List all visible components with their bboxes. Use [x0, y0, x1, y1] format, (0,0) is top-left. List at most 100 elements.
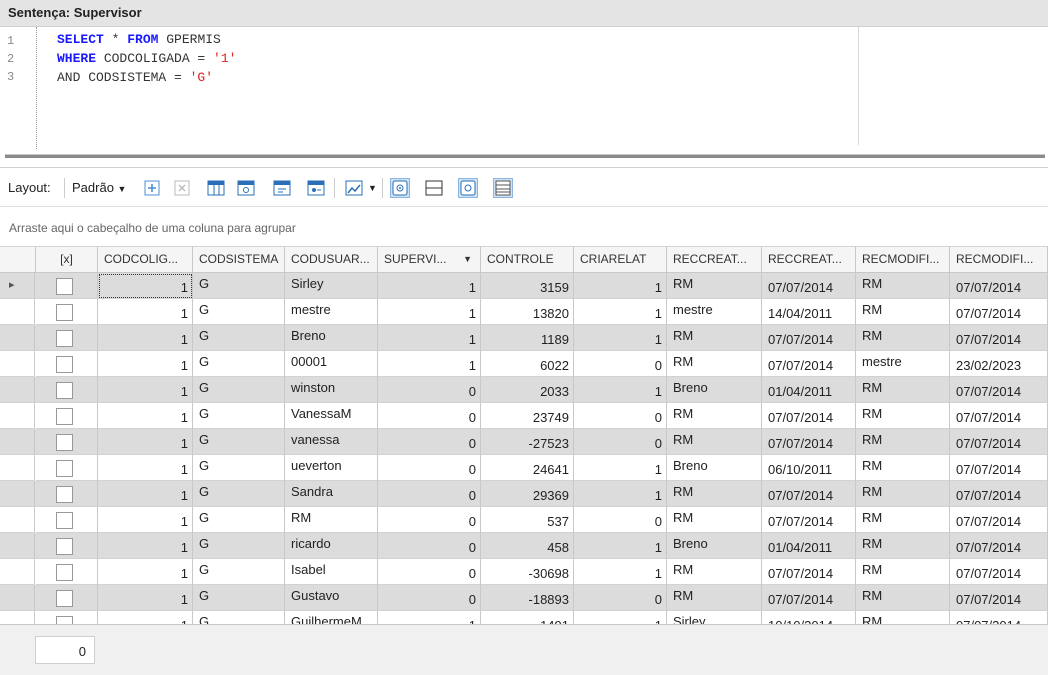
filter-icon[interactable]: [306, 178, 326, 198]
reccreatedon-cell[interactable]: 07/07/2014: [762, 403, 856, 429]
row-checkbox[interactable]: [56, 590, 73, 607]
sql-editor[interactable]: 1 2 3 SELECT * FROM GPERMIS WHERE CODCOL…: [0, 27, 1048, 149]
codcoligada-cell[interactable]: 1: [98, 273, 193, 299]
layout-dropdown[interactable]: Padrão ▼: [72, 180, 126, 195]
row-checkbox[interactable]: [56, 356, 73, 373]
criarelat-cell[interactable]: 1: [574, 455, 667, 481]
recmodifiedby-cell[interactable]: RM: [856, 325, 950, 351]
row-indicator[interactable]: ▸: [0, 273, 35, 299]
column-header-controle[interactable]: CONTROLE: [481, 246, 574, 273]
reccreatedby-cell[interactable]: RM: [667, 325, 762, 351]
recmodifiedon-cell[interactable]: 07/07/2014: [950, 299, 1048, 325]
reccreatedon-cell[interactable]: 01/04/2011: [762, 533, 856, 559]
codsistema-cell[interactable]: G: [193, 273, 285, 299]
recmodifiedon-cell[interactable]: 07/07/2014: [950, 585, 1048, 611]
row-checkbox[interactable]: [56, 512, 73, 529]
splitter-handle[interactable]: [5, 154, 1045, 158]
criarelat-cell[interactable]: 0: [574, 351, 667, 377]
supervisor-cell[interactable]: 0: [378, 559, 481, 585]
table-row[interactable]: ▸ 1 G Sirley 1 3159 1 RM 07/07/2014 RM 07/07/2014: [0, 273, 1048, 299]
controle-cell[interactable]: -18893: [481, 585, 574, 611]
codusuario-cell[interactable]: 00001: [285, 351, 378, 377]
recmodifiedon-cell[interactable]: 07/07/2014: [950, 429, 1048, 455]
recmodifiedon-cell[interactable]: 23/02/2023: [950, 351, 1048, 377]
supervisor-cell[interactable]: 0: [378, 377, 481, 403]
row-indicator[interactable]: [0, 429, 35, 455]
controle-cell[interactable]: 537: [481, 507, 574, 533]
reccreatedby-cell[interactable]: Breno: [667, 533, 762, 559]
row-indicator[interactable]: [0, 481, 35, 507]
group-by-panel[interactable]: Arraste aqui o cabeçalho de uma coluna p…: [0, 206, 1048, 246]
row-checkbox[interactable]: [56, 564, 73, 581]
recmodifiedon-cell[interactable]: 07/07/2014: [950, 273, 1048, 299]
recmodifiedon-cell[interactable]: 07/07/2014: [950, 455, 1048, 481]
codsistema-cell[interactable]: G: [193, 377, 285, 403]
criarelat-cell[interactable]: 1: [574, 377, 667, 403]
codusuario-cell[interactable]: ricardo: [285, 533, 378, 559]
codusuario-cell[interactable]: Gustavo: [285, 585, 378, 611]
row-checkbox[interactable]: [56, 278, 73, 295]
table-row[interactable]: 1 G 00001 1 6022 0 RM 07/07/2014 mestre 23/02/202…: [0, 351, 1048, 377]
reccreatedby-cell[interactable]: RM: [667, 481, 762, 507]
codcoligada-cell[interactable]: 1: [98, 455, 193, 481]
reccreatedby-cell[interactable]: RM: [667, 429, 762, 455]
codusuario-cell[interactable]: Breno: [285, 325, 378, 351]
recmodifiedby-cell[interactable]: RM: [856, 611, 950, 624]
codsistema-cell[interactable]: G: [193, 507, 285, 533]
chart-dropdown-caret-icon[interactable]: ▼: [368, 183, 377, 193]
reccreatedon-cell[interactable]: 07/07/2014: [762, 559, 856, 585]
reccreatedon-cell[interactable]: 14/04/2011: [762, 299, 856, 325]
codcoligada-cell[interactable]: 1: [98, 611, 193, 624]
recmodifiedon-cell[interactable]: 07/07/2014: [950, 481, 1048, 507]
table-row[interactable]: 1 Gvanessa 0 -27523 0 RM 07/07/2014 RM 07/07/201…: [0, 429, 1048, 455]
row-indicator[interactable]: [0, 403, 35, 429]
codusuario-cell[interactable]: VanessaM: [285, 403, 378, 429]
column-header-select[interactable]: [x]: [36, 246, 98, 273]
preview-icon[interactable]: [390, 178, 410, 198]
supervisor-cell[interactable]: 1: [378, 325, 481, 351]
recmodifiedon-cell[interactable]: 07/07/2014: [950, 403, 1048, 429]
reccreatedon-cell[interactable]: 07/07/2014: [762, 481, 856, 507]
row-indicator[interactable]: [0, 325, 35, 351]
controle-cell[interactable]: 6022: [481, 351, 574, 377]
controle-cell[interactable]: 23749: [481, 403, 574, 429]
recmodifiedby-cell[interactable]: RM: [856, 429, 950, 455]
row-indicator[interactable]: [0, 585, 35, 611]
reccreatedby-cell[interactable]: Breno: [667, 377, 762, 403]
code-line-3[interactable]: AND CODSISTEMA = 'G': [57, 70, 213, 85]
code-line-1[interactable]: SELECT * FROM GPERMIS: [57, 32, 221, 47]
controle-cell[interactable]: 1189: [481, 325, 574, 351]
reccreatedon-cell[interactable]: 07/07/2014: [762, 351, 856, 377]
codcoligada-cell[interactable]: 1: [98, 403, 193, 429]
supervisor-cell[interactable]: 1: [378, 299, 481, 325]
recmodifiedon-cell[interactable]: 07/07/2014: [950, 559, 1048, 585]
reccreatedby-cell[interactable]: Sirley: [667, 611, 762, 624]
codusuario-cell[interactable]: GuilhermeM: [285, 611, 378, 624]
row-checkbox[interactable]: [56, 538, 73, 555]
codcoligada-cell[interactable]: 1: [98, 585, 193, 611]
recmodifiedby-cell[interactable]: RM: [856, 481, 950, 507]
show-icon[interactable]: [458, 178, 478, 198]
codsistema-cell[interactable]: G: [193, 481, 285, 507]
save-layout-icon[interactable]: [272, 178, 292, 198]
recmodifiedby-cell[interactable]: RM: [856, 507, 950, 533]
criarelat-cell[interactable]: 0: [574, 585, 667, 611]
controle-cell[interactable]: 2033: [481, 377, 574, 403]
codcoligada-cell[interactable]: 1: [98, 299, 193, 325]
row-checkbox[interactable]: [56, 434, 73, 451]
row-checkbox[interactable]: [56, 486, 73, 503]
table-row[interactable]: 1 Gricardo 0 458 1 Breno 01/04/2011 RM 07/07/201…: [0, 533, 1048, 559]
columns-icon[interactable]: [206, 178, 226, 198]
supervisor-cell[interactable]: 0: [378, 533, 481, 559]
table-row[interactable]: 1 G VanessaM 0 23749 0 RM 07/07/2014 RM 07/07/201…: [0, 403, 1048, 429]
controle-cell[interactable]: 29369: [481, 481, 574, 507]
chart-icon[interactable]: [344, 178, 364, 198]
controle-cell[interactable]: 3159: [481, 273, 574, 299]
codsistema-cell[interactable]: G: [193, 429, 285, 455]
table-row[interactable]: 1 G Isabel 0 -30698 1 RM 07/07/2014 RM 07/07/2014: [0, 559, 1048, 585]
reccreatedby-cell[interactable]: RM: [667, 585, 762, 611]
codsistema-cell[interactable]: G: [193, 403, 285, 429]
row-indicator[interactable]: [0, 377, 35, 403]
reccreatedon-cell[interactable]: 07/07/2014: [762, 429, 856, 455]
results-grid[interactable]: [x] CODCOLIG... CODSISTEMA CODUSUAR... S…: [0, 246, 1048, 624]
